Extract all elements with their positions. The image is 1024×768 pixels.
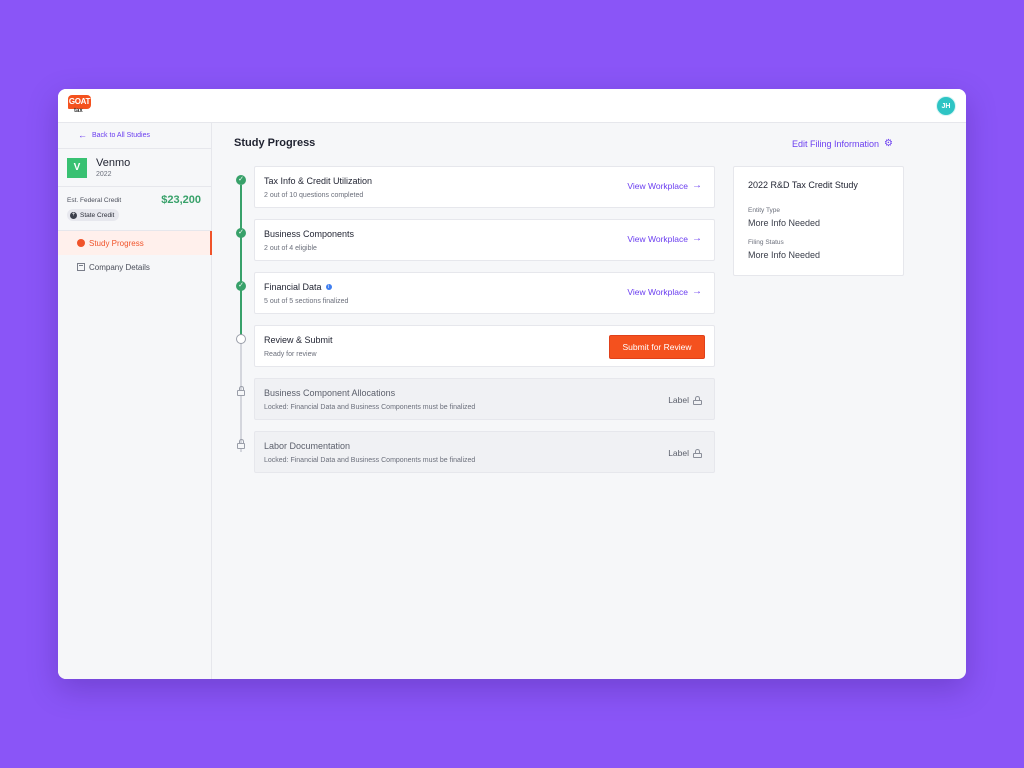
step-card-review-submit: Review & Submit Ready for review Submit … xyxy=(254,325,715,367)
study-card-title: 2022 R&D Tax Credit Study xyxy=(748,180,858,190)
sidebar-item-label: Company Details xyxy=(89,262,150,272)
back-to-studies-link[interactable]: ← Back to All Studies xyxy=(78,131,150,140)
company-avatar: V xyxy=(67,158,87,178)
progress-icon xyxy=(77,239,85,247)
back-link-label: Back to All Studies xyxy=(92,132,150,139)
credit-label: Est. Federal Credit xyxy=(67,197,122,204)
sidebar-item-label: Study Progress xyxy=(89,238,144,248)
step-subtitle: 2 out of 4 eligible xyxy=(264,245,317,252)
empty-circle-icon xyxy=(236,334,246,344)
step-subtitle: Locked: Financial Data and Business Comp… xyxy=(264,404,476,411)
user-avatar[interactable]: JH xyxy=(936,96,956,116)
building-icon xyxy=(77,263,85,271)
step-subtitle: Ready for review xyxy=(264,351,317,358)
timeline-pending-line xyxy=(240,342,242,452)
view-workplace-label: View Workplace xyxy=(627,234,688,244)
plus-icon: + xyxy=(70,211,77,219)
step-title: Business Component Allocations xyxy=(264,388,396,398)
lock-icon xyxy=(693,395,702,405)
step-title: Review & Submit xyxy=(264,335,333,345)
edit-filing-information-link[interactable]: Edit Filing Information ⚙ xyxy=(792,138,893,149)
filing-status-label: Filing Status xyxy=(748,239,784,246)
step-card-tax-info: Tax Info & Credit Utilization 2 out of 1… xyxy=(254,166,715,208)
company-name: Venmo xyxy=(96,157,131,169)
lock-icon xyxy=(693,448,702,458)
step-title-row: Financial Data i xyxy=(264,282,332,292)
step-title: Financial Data xyxy=(264,282,322,292)
lock-icon xyxy=(236,386,246,396)
step-card-financial-data: Financial Data i 5 out of 5 sections fin… xyxy=(254,272,715,314)
step-card-business-component-allocations: Business Component Allocations Locked: F… xyxy=(254,378,715,420)
entity-type-label: Entity Type xyxy=(748,207,781,214)
submit-for-review-button[interactable]: Submit for Review xyxy=(609,335,705,359)
sidebar-item-company-details[interactable]: Company Details xyxy=(58,255,212,279)
step-title: Tax Info & Credit Utilization xyxy=(264,176,373,186)
check-circle-icon: ✓ xyxy=(236,281,246,291)
locked-label-text: Label xyxy=(668,395,689,405)
view-workplace-link[interactable]: View Workplace → xyxy=(627,286,702,298)
company-year: 2022 xyxy=(96,171,112,178)
logo-badge: GOAT xyxy=(68,95,91,109)
state-credit-label: State Credit xyxy=(80,211,115,219)
arrow-right-icon: → xyxy=(692,233,702,244)
locked-label: Label xyxy=(668,395,702,405)
view-workplace-label: View Workplace xyxy=(627,287,688,297)
arrow-right-icon: → xyxy=(692,180,702,191)
step-subtitle: 5 out of 5 sections finalized xyxy=(264,298,349,305)
step-subtitle: Locked: Financial Data and Business Comp… xyxy=(264,457,476,464)
credit-value: $23,200 xyxy=(161,194,201,206)
info-icon[interactable]: i xyxy=(325,284,332,290)
divider xyxy=(58,148,212,149)
step-card-business-components: Business Components 2 out of 4 eligible … xyxy=(254,219,715,261)
divider xyxy=(58,186,212,187)
step-card-labor-documentation: Labor Documentation Locked: Financial Da… xyxy=(254,431,715,473)
logo-subtext: tax xyxy=(74,108,83,114)
view-workplace-link[interactable]: View Workplace → xyxy=(627,180,702,192)
filing-status-value: More Info Needed xyxy=(748,250,821,260)
sidebar-item-study-progress[interactable]: Study Progress xyxy=(58,231,212,255)
study-summary-card: 2022 R&D Tax Credit Study Entity Type Mo… xyxy=(733,166,904,276)
arrow-left-icon: ← xyxy=(78,130,87,140)
timeline-complete-line xyxy=(240,185,242,335)
gear-icon: ⚙ xyxy=(884,138,894,149)
step-title: Labor Documentation xyxy=(264,441,351,451)
sidebar: ← Back to All Studies V Venmo 2022 Est. … xyxy=(58,123,212,679)
check-circle-icon: ✓ xyxy=(236,175,246,185)
page-title: Study Progress xyxy=(234,137,316,149)
step-title: Business Components xyxy=(264,229,355,239)
top-bar: GOAT tax JH xyxy=(58,89,966,123)
view-workplace-label: View Workplace xyxy=(627,181,688,191)
check-circle-icon: ✓ xyxy=(236,228,246,238)
entity-type-value: More Info Needed xyxy=(748,218,821,228)
lock-icon xyxy=(236,439,246,449)
edit-filing-label: Edit Filing Information xyxy=(792,138,880,149)
locked-label-text: Label xyxy=(668,448,689,458)
view-workplace-link[interactable]: View Workplace → xyxy=(627,233,702,245)
state-credit-pill[interactable]: + State Credit xyxy=(67,209,120,221)
step-subtitle: 2 out of 10 questions completed xyxy=(264,192,364,199)
app-window: GOAT tax JH ← Back to All Studies V Venm… xyxy=(58,89,966,679)
locked-label: Label xyxy=(668,448,702,458)
goat-tax-logo[interactable]: GOAT tax xyxy=(68,95,92,117)
arrow-right-icon: → xyxy=(692,286,702,297)
